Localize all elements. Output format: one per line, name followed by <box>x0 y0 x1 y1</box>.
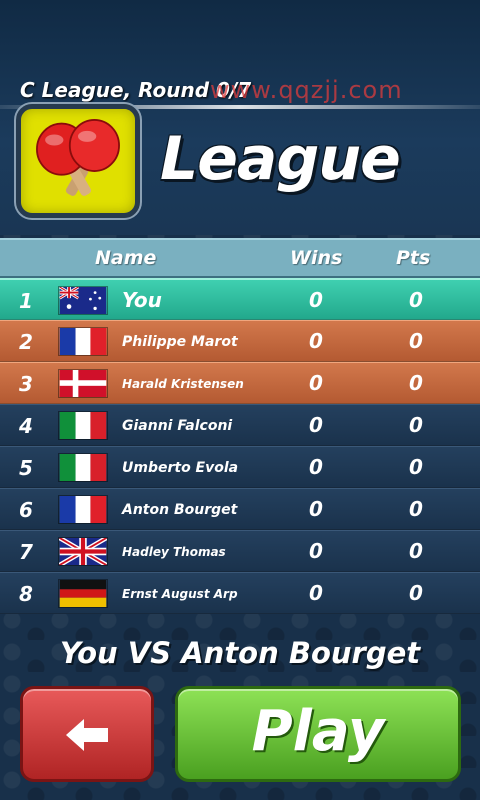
france-flag-icon <box>58 327 108 356</box>
player-name: Hadley Thomas <box>122 545 226 559</box>
uk-flag-icon <box>58 537 108 566</box>
table-row: 3 Harald Kristensen 0 0 <box>0 362 480 404</box>
table-row: 7 Hadley Thomas 0 0 <box>0 530 480 572</box>
pts-value: 0 <box>409 455 423 479</box>
rank: 1 <box>19 289 33 313</box>
table-row: 2 Philippe Marot 0 0 <box>0 320 480 362</box>
player-name: Gianni Falconi <box>122 418 233 434</box>
rank: 7 <box>19 540 33 564</box>
table-row: 4 Gianni Falconi 0 0 <box>0 404 480 446</box>
ping-pong-paddles-icon <box>16 104 140 218</box>
player-name: Ernst August Arp <box>122 587 238 601</box>
wins-value: 0 <box>309 329 323 353</box>
wins-value: 0 <box>309 497 323 521</box>
player-name: Anton Bourget <box>122 502 238 518</box>
italy-flag-icon <box>58 453 108 482</box>
rank: 8 <box>19 582 33 606</box>
table-row: 1 You 0 0 <box>0 278 480 320</box>
back-button[interactable] <box>20 686 154 782</box>
wins-column-header: Wins <box>290 247 343 269</box>
pts-value: 0 <box>409 413 423 437</box>
player-name: Umberto Evola <box>122 460 239 476</box>
denmark-flag-icon <box>58 369 108 398</box>
player-name: Philippe Marot <box>122 334 238 350</box>
player-name: Harald Kristensen <box>122 377 244 391</box>
rank: 3 <box>19 372 33 396</box>
play-button[interactable]: Play <box>175 686 461 782</box>
australia-flag-icon <box>58 286 108 315</box>
next-match-label: You VS Anton Bourget <box>59 636 421 670</box>
standings-table: Name Wins Pts 1 You 0 0 2 Philippe Marot… <box>0 238 480 614</box>
wins-value: 0 <box>309 288 323 312</box>
table-row: 6 Anton Bourget 0 0 <box>0 488 480 530</box>
wins-value: 0 <box>309 581 323 605</box>
player-name: You <box>122 288 162 312</box>
watermark: www.qqzjj.com <box>210 76 403 104</box>
pts-value: 0 <box>409 497 423 521</box>
wins-value: 0 <box>309 371 323 395</box>
name-column-header: Name <box>95 247 157 269</box>
wins-value: 0 <box>309 455 323 479</box>
table-row: 5 Umberto Evola 0 0 <box>0 446 480 488</box>
table-row: 8 Ernst August Arp 0 0 <box>0 572 480 614</box>
rank: 5 <box>19 456 33 480</box>
back-arrow-icon <box>66 719 108 751</box>
wins-value: 0 <box>309 539 323 563</box>
wins-value: 0 <box>309 413 323 437</box>
france-flag-icon <box>58 495 108 524</box>
pts-value: 0 <box>409 581 423 605</box>
germany-flag-icon <box>58 579 108 608</box>
pts-value: 0 <box>409 539 423 563</box>
rank: 6 <box>19 498 33 522</box>
play-button-label: Play <box>251 699 385 764</box>
table-header: Name Wins Pts <box>0 238 480 278</box>
italy-flag-icon <box>58 411 108 440</box>
league-title: League <box>160 124 401 194</box>
pts-value: 0 <box>409 288 423 312</box>
pts-value: 0 <box>409 371 423 395</box>
rank: 4 <box>19 414 33 438</box>
pts-value: 0 <box>409 329 423 353</box>
rank: 2 <box>19 330 33 354</box>
pts-column-header: Pts <box>396 247 431 269</box>
